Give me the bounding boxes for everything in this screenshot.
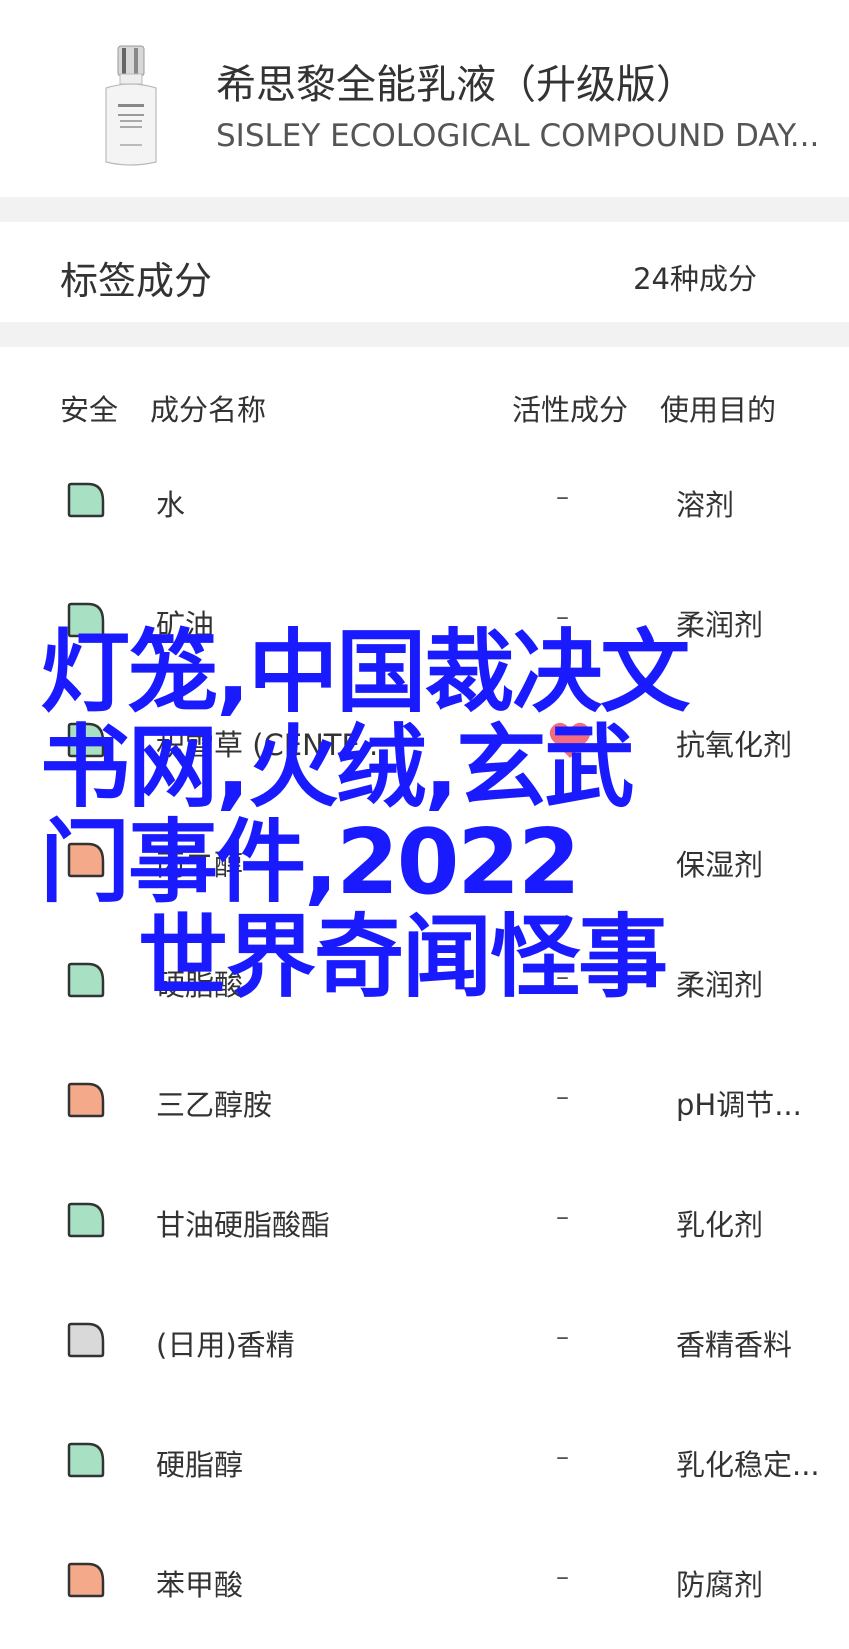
safety-shield-icon: [67, 1322, 105, 1358]
safety-shield-icon: [67, 1202, 105, 1238]
active-ingredient-value: –: [556, 482, 569, 512]
safety-shield-icon: [67, 1442, 105, 1478]
ingredient-name: 甘油硬脂酸酯: [156, 1208, 331, 1242]
watermark-overlay-text: 灯笼,中国裁决文 书网,火绒,玄武 门事件,2022 世界奇闻怪事: [40, 625, 780, 1005]
product-header: 希思黎全能乳液（升级版） SISLEY ECOLOGICAL COMPOUND …: [0, 0, 849, 197]
ingredient-purpose: 溶剂: [676, 488, 735, 522]
table-row[interactable]: 甘油硬脂酸酯 – 乳化剂: [0, 1164, 849, 1284]
active-ingredient-value: –: [556, 1082, 569, 1112]
header-purpose: 使用目的: [660, 393, 777, 427]
ingredient-count: 24种成分: [633, 262, 757, 296]
table-row[interactable]: 硬脂醇 – 乳化稳定...: [0, 1404, 849, 1524]
tag-ingredients-bar[interactable]: 标签成分 24种成分: [0, 222, 849, 322]
table-row[interactable]: (日用)香精 – 香精香料: [0, 1284, 849, 1404]
ingredient-purpose: 防腐剂: [676, 1568, 764, 1602]
ingredient-purpose: 乳化稳定...: [676, 1448, 820, 1482]
overlay-line-3: 门事件,2022: [40, 810, 581, 915]
ingredient-purpose: 香精香料: [676, 1328, 793, 1362]
ingredient-purpose: pH调节...: [676, 1088, 802, 1122]
section-divider: [0, 322, 849, 347]
ingredient-name: 水: [156, 488, 186, 522]
ingredient-name: 硬脂醇: [156, 1448, 244, 1482]
product-name-cn: 希思黎全能乳液（升级版）: [216, 62, 696, 108]
active-ingredient-value: –: [556, 1202, 569, 1232]
ingredient-name: 苯甲酸: [156, 1568, 244, 1602]
ingredient-name: (日用)香精: [156, 1328, 295, 1362]
header-safety: 安全: [60, 393, 119, 427]
table-row[interactable]: 水 – 溶剂: [0, 444, 849, 564]
product-name-en: SISLEY ECOLOGICAL COMPOUND DAY...: [216, 118, 820, 154]
overlay-line-2: 书网,火绒,玄武: [40, 715, 634, 820]
tag-ingredients-title: 标签成分: [60, 259, 213, 303]
safety-shield-icon: [67, 1082, 105, 1118]
section-divider: [0, 197, 849, 222]
ingredient-purpose: 乳化剂: [676, 1208, 764, 1242]
overlay-line-4: 世界奇闻怪事: [138, 905, 668, 1010]
safety-shield-icon: [67, 482, 105, 518]
active-ingredient-value: –: [556, 1442, 569, 1472]
active-ingredient-value: –: [556, 1562, 569, 1592]
header-ingredient-name: 成分名称: [150, 393, 267, 427]
overlay-line-1: 灯笼,中国裁决文: [40, 620, 690, 725]
ingredient-name: 三乙醇胺: [156, 1088, 273, 1122]
safety-shield-icon: [67, 1562, 105, 1598]
table-row[interactable]: 三乙醇胺 – pH调节...: [0, 1044, 849, 1164]
table-row[interactable]: 苯甲酸 – 防腐剂: [0, 1524, 849, 1644]
product-bottle-image: [105, 45, 157, 166]
active-ingredient-value: –: [556, 1322, 569, 1352]
header-active-ingredient: 活性成分: [512, 393, 629, 427]
